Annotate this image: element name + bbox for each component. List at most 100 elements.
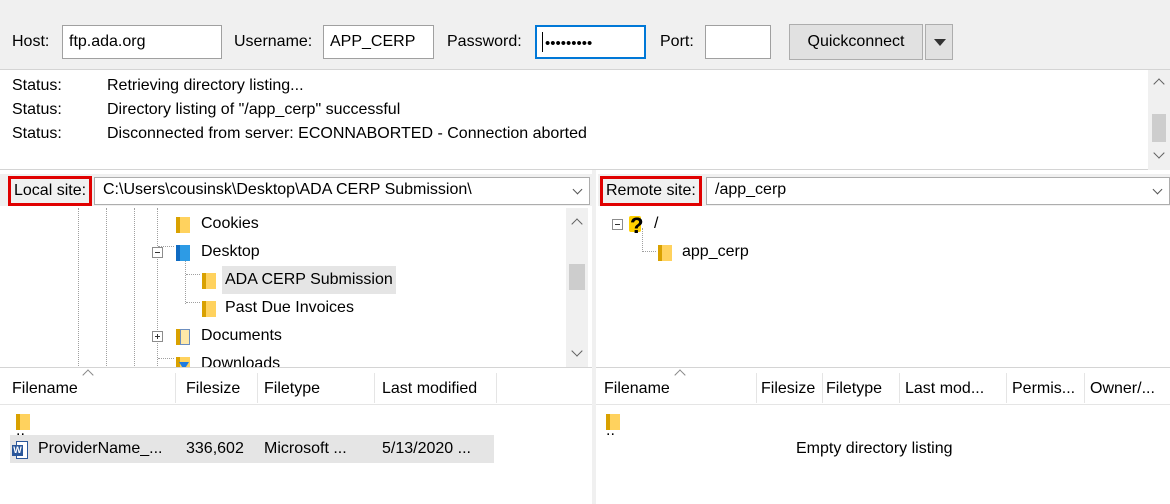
username-input[interactable]: APP_CERP (323, 25, 434, 59)
column-header-filename[interactable]: Filename (600, 369, 670, 405)
local-file-list: Filename Filesize Filetype Last modified… (0, 369, 592, 504)
local-tree-scrollbar[interactable] (566, 208, 588, 367)
empty-directory-message: Empty directory listing (796, 440, 953, 457)
column-separator[interactable] (374, 373, 375, 403)
log-message: Directory listing of "/app_cerp" success… (107, 101, 401, 118)
chevron-up-icon (1153, 78, 1165, 90)
password-dots: ••••••••• (545, 35, 593, 52)
folder-icon (658, 245, 674, 261)
scroll-up-button[interactable] (566, 212, 588, 230)
file-row-parent[interactable]: .. (604, 407, 804, 439)
column-header-owner[interactable]: Owner/... (1086, 369, 1155, 405)
tree-item-label: Desktop (201, 243, 260, 260)
tree-item-app-cerp[interactable]: app_cerp (596, 238, 1156, 266)
tree-item-ada-cerp-submission[interactable]: ADA CERP Submission (0, 266, 560, 294)
file-modified: 5/13/2020 ... (382, 440, 471, 457)
tree-item-root[interactable]: ? / (596, 210, 1156, 238)
tree-item-desktop[interactable]: Desktop (0, 238, 560, 266)
folder-icon (176, 217, 192, 233)
host-label: Host: (12, 33, 50, 50)
quickconnect-button[interactable]: Quickconnect (789, 24, 923, 60)
desktop-folder-icon (176, 245, 192, 261)
collapse-icon[interactable] (152, 247, 163, 258)
column-separator[interactable] (257, 373, 258, 403)
log-status: Status: (12, 125, 62, 142)
column-header-filetype[interactable]: Filetype (822, 369, 882, 405)
column-separator[interactable] (175, 373, 176, 403)
password-input[interactable]: ••••••••• (535, 25, 646, 59)
local-site-bar: Local site: C:\Users\cousinsk\Desktop\AD… (0, 174, 592, 206)
chevron-up-icon (571, 218, 583, 230)
documents-folder-icon (176, 329, 192, 345)
remote-path-combobox[interactable]: /app_cerp (706, 177, 1170, 205)
column-header-last-modified[interactable]: Last mod... (901, 369, 984, 405)
remote-file-list: Filename Filesize Filetype Last mod... P… (596, 369, 1170, 504)
host-input[interactable]: ftp.ada.org (62, 25, 222, 59)
port-label: Port: (660, 33, 694, 50)
chevron-down-icon[interactable] (572, 184, 583, 195)
remote-site-bar: Remote site: /app_cerp (598, 174, 1170, 206)
folder-icon (202, 301, 218, 317)
quickconnect-history-dropdown[interactable] (925, 24, 953, 60)
chevron-down-icon[interactable] (1152, 184, 1163, 195)
remote-site-label: Remote site: (600, 176, 702, 206)
log-message: Retrieving directory listing... (107, 77, 304, 94)
parent-dir-label: .. (606, 422, 615, 439)
chevron-down-icon (571, 345, 583, 357)
tree-item-label: Downloads (201, 355, 281, 368)
scroll-thumb[interactable] (1152, 114, 1166, 142)
log-line: Status: Directory listing of "/app_cerp"… (0, 98, 1148, 122)
file-size: 336,602 (186, 440, 244, 457)
scroll-down-button[interactable] (566, 344, 588, 362)
remote-path-text: /app_cerp (715, 181, 787, 198)
expand-icon[interactable] (152, 331, 163, 342)
local-site-label: Local site: (8, 176, 93, 206)
downloads-folder-icon (176, 357, 192, 367)
tree-item-label: app_cerp (682, 243, 749, 260)
tree-item-label: Cookies (201, 215, 259, 232)
word-document-icon: W (12, 441, 28, 459)
scroll-thumb[interactable] (569, 264, 585, 290)
quickconnect-bar: Host: ftp.ada.org Username: APP_CERP Pas… (0, 0, 1170, 70)
log-line: Status: Disconnected from server: ECONNA… (0, 122, 1148, 146)
column-header-filetype[interactable]: Filetype (260, 369, 320, 405)
folder-icon (202, 273, 218, 289)
tree-item-past-due-invoices[interactable]: Past Due Invoices (0, 294, 560, 322)
tree-item-documents[interactable]: Documents (0, 322, 560, 350)
local-file-list-header: Filename Filesize Filetype Last modified (0, 369, 592, 405)
collapse-icon[interactable] (612, 219, 623, 230)
log-status: Status: (12, 77, 62, 94)
local-directory-tree: Cookies Desktop ADA CERP Submission Past… (0, 208, 592, 368)
log-scrollbar[interactable] (1148, 70, 1170, 170)
password-label: Password: (447, 33, 522, 50)
file-row[interactable]: W ProviderName_... 336,602 Microsoft ...… (10, 435, 494, 463)
column-header-permissions[interactable]: Permis... (1008, 369, 1075, 405)
file-type: Microsoft ... (264, 440, 347, 457)
tree-item-label: ADA CERP Submission (222, 266, 396, 294)
message-log: Status: Retrieving directory listing... … (0, 70, 1170, 170)
username-label: Username: (234, 33, 313, 50)
tree-item-label: / (654, 215, 659, 232)
column-header-filesize[interactable]: Filesize (182, 369, 240, 405)
remote-file-list-header: Filename Filesize Filetype Last mod... P… (596, 369, 1170, 405)
text-caret (542, 32, 543, 52)
column-separator[interactable] (1084, 373, 1085, 403)
column-separator[interactable] (899, 373, 900, 403)
local-path-text: C:\Users\cousinsk\Desktop\ADA CERP Submi… (103, 181, 472, 198)
file-name: ProviderName_... (38, 440, 163, 457)
column-separator[interactable] (1006, 373, 1007, 403)
tree-item-cookies[interactable]: Cookies (0, 210, 560, 238)
log-status: Status: (12, 101, 62, 118)
column-separator[interactable] (496, 373, 497, 403)
port-input[interactable] (705, 25, 771, 59)
local-path-combobox[interactable]: C:\Users\cousinsk\Desktop\ADA CERP Submi… (94, 177, 590, 205)
sort-ascending-icon (84, 371, 94, 377)
column-header-filename[interactable]: Filename (8, 369, 78, 405)
scroll-up-button[interactable] (1148, 72, 1170, 90)
column-header-last-modified[interactable]: Last modified (378, 369, 477, 405)
tree-item-downloads[interactable]: Downloads (0, 350, 560, 368)
file-row-parent[interactable]: .. (10, 407, 490, 439)
column-header-filesize[interactable]: Filesize (757, 369, 815, 405)
scroll-down-button[interactable] (1148, 146, 1170, 164)
dropdown-arrow-icon (934, 39, 946, 46)
